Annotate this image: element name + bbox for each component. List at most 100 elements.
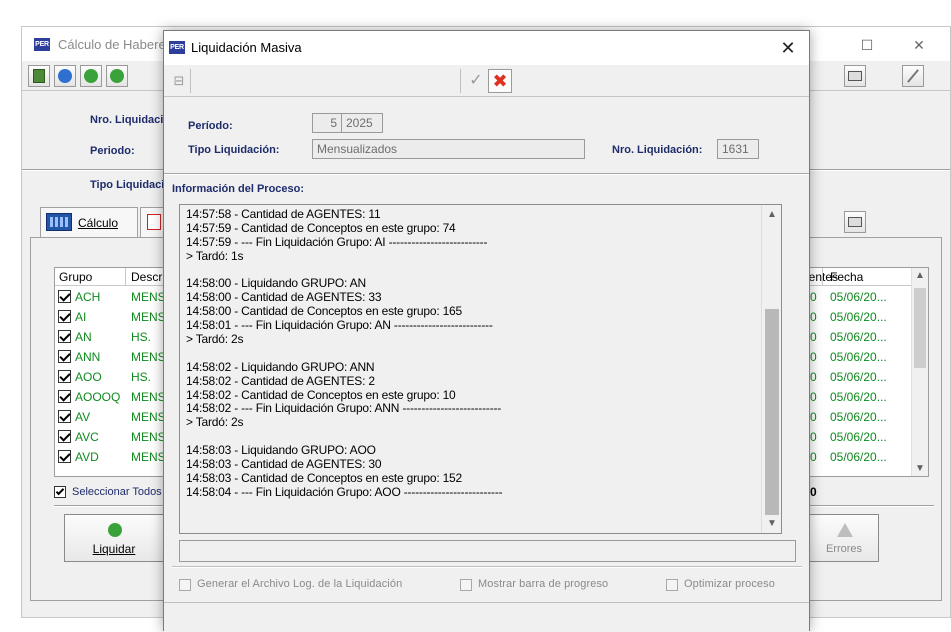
groups-grid[interactable]: Grupo Descripción ACHMENSUAL AIMENSUAL A… [54, 267, 174, 477]
table-row[interactable]: ANNMENSUAL [55, 347, 173, 367]
row-checkbox[interactable] [58, 430, 71, 443]
optimizar-checkbox[interactable] [666, 579, 678, 591]
table-row[interactable]: ACHMENSUAL [55, 287, 173, 307]
log-scroll-thumb[interactable] [765, 309, 779, 515]
generar-log-label: Generar el Archivo Log. de la Liquidació… [197, 578, 403, 590]
table-row[interactable]: AOO HS. [55, 367, 173, 387]
log-line: > Tardó: 1s [186, 248, 244, 263]
log-line: 14:58:03 - Liquidando GRUPO: AOO [186, 443, 376, 458]
edit-button[interactable] [902, 65, 924, 87]
log-line: 14:57:59 - Cantidad de Conceptos en este… [186, 220, 456, 235]
process-info-title: Información del Proceso: [172, 183, 305, 195]
log-lines: 14:57:58 - Cantidad de AGENTES: 11 14:57:… [186, 207, 768, 500]
dates-grid[interactable]: Agentes Fecha 005/06/20... 005/06/20... … [807, 267, 929, 477]
log-line: 14:58:00 - Cantidad de AGENTES: 33 [186, 290, 382, 305]
background-window-title: Cálculo de Haberes [58, 37, 173, 52]
row-checkbox[interactable] [58, 450, 71, 463]
row-checkbox[interactable] [58, 310, 71, 323]
close-icon[interactable]: ✕ [897, 33, 941, 57]
printer-icon [848, 71, 862, 81]
liquidar-button[interactable]: Liquidar [64, 514, 164, 562]
periodo-mes-field[interactable]: 5 [312, 113, 342, 133]
progress-field [179, 540, 796, 562]
grid-header: Grupo Descripción [55, 268, 173, 286]
table-row[interactable]: AIMENSUAL [55, 307, 173, 327]
row-checkbox[interactable] [58, 370, 71, 383]
table-row[interactable]: AVCMENSUAL [55, 427, 173, 447]
document-icon [147, 214, 161, 230]
table-row[interactable]: AOOOQMENSUAL [55, 387, 173, 407]
scroll-thumb[interactable] [914, 288, 926, 368]
periodo-anio-field[interactable]: 2025 [341, 113, 383, 133]
table-row[interactable]: 0 05/06/20... [808, 427, 928, 447]
pencil-icon [907, 69, 919, 83]
table-row[interactable]: 0 05/06/20... [808, 347, 928, 367]
per-logo-icon: PER [169, 41, 185, 54]
log-line: 14:58:01 - --- Fin Liquidación Grupo: AN… [186, 318, 493, 333]
table-row[interactable]: 0 05/06/20... [808, 367, 928, 387]
close-icon[interactable]: ✕ [773, 35, 803, 61]
table-row[interactable]: AN HS. [55, 327, 173, 347]
row-checkbox[interactable] [58, 410, 71, 423]
log-line: 14:58:03 - Cantidad de Conceptos en este… [186, 470, 463, 485]
row-checkbox[interactable] [58, 290, 71, 303]
tab-calculo[interactable]: Cálculo [40, 207, 138, 237]
nro-liquidacion-field[interactable]: 1631 [717, 139, 759, 159]
table-row[interactable]: 0 05/06/20... [808, 287, 928, 307]
generar-log-checkbox[interactable] [179, 579, 191, 591]
print-button[interactable] [844, 65, 866, 87]
row-checkbox[interactable] [58, 330, 71, 343]
mostrar-barra-label: Mostrar barra de progreso [478, 578, 609, 590]
table-row[interactable]: AVMENSUAL [55, 407, 173, 427]
chevron-up-icon[interactable]: ▲ [910, 270, 928, 281]
log-line: 14:57:59 - --- Fin Liquidación Grupo: AI… [186, 234, 488, 249]
refresh-button[interactable] [54, 65, 76, 87]
cancel-x-icon: ✖ [492, 71, 508, 91]
table-row[interactable]: 0 05/06/20... [808, 307, 928, 327]
row-checkbox[interactable] [58, 390, 71, 403]
per-logo-icon: PER [34, 38, 50, 51]
log-line: > Tardó: 2s [186, 332, 244, 347]
mostrar-barra-checkbox[interactable] [460, 579, 472, 591]
dialog-form: Período: 5 2025 Tipo Liquidación: Mensua… [164, 97, 809, 173]
optimizar-label: Optimizar proceso [684, 578, 775, 590]
log-scrollbar[interactable]: ▲ ▼ [761, 205, 781, 533]
errores-button[interactable]: Errores [809, 514, 879, 562]
exit-button[interactable] [28, 65, 50, 87]
process-log[interactable]: 14:57:58 - Cantidad de AGENTES: 11 14:57:… [179, 204, 782, 534]
maximize-icon[interactable]: ☐ [845, 33, 889, 57]
chevron-up-icon[interactable]: ▲ [762, 209, 781, 220]
table-row[interactable]: 0 05/06/20... [808, 327, 928, 347]
chevron-down-icon[interactable]: ▼ [762, 518, 781, 529]
tipo-liquidacion-field[interactable]: Mensualizados [312, 139, 585, 159]
chevron-down-icon[interactable]: ▼ [910, 463, 928, 474]
dialog-title-bar: PER Liquidación Masiva ✕ [164, 31, 809, 65]
warning-icon [837, 523, 853, 537]
prev-button[interactable] [80, 65, 102, 87]
green-circle-icon [110, 69, 124, 83]
select-all-checkbox[interactable] [54, 486, 66, 498]
row-checkbox[interactable] [58, 350, 71, 363]
table-row[interactable]: AVDMENSUAL [55, 447, 173, 467]
grid-scrollbar[interactable]: ▲ ▼ [911, 268, 928, 476]
tipo-liquidacion-label: Tipo Liquidación: [188, 144, 280, 156]
dialog-bottom-bar [164, 602, 809, 632]
log-line: 14:58:02 - Cantidad de Conceptos en este… [186, 387, 456, 402]
log-line: 14:57:58 - Cantidad de AGENTES: 11 [186, 207, 381, 221]
next-button[interactable] [106, 65, 128, 87]
log-line: 14:58:02 - --- Fin Liquidación Grupo: AN… [186, 401, 502, 416]
cancel-button[interactable]: ✖ [488, 69, 512, 93]
log-line: 14:58:03 - Cantidad de AGENTES: 30 [186, 457, 382, 472]
print-grid-button[interactable] [844, 211, 866, 233]
log-line: 14:58:02 - Liquidando GRUPO: ANN [186, 359, 375, 374]
liquidar-label: Liquidar [92, 542, 136, 556]
log-line: 14:58:00 - Cantidad de Conceptos en este… [186, 304, 463, 319]
table-row[interactable]: 0 05/06/20... [808, 407, 928, 427]
log-line: 14:58:04 - --- Fin Liquidación Grupo: AO… [186, 484, 503, 499]
col-fecha: Fecha [830, 270, 864, 284]
accept-check-icon[interactable]: ✓ [464, 69, 488, 93]
table-row[interactable]: 0 05/06/20... [808, 387, 928, 407]
export-icon[interactable]: ⊟ [168, 70, 190, 92]
